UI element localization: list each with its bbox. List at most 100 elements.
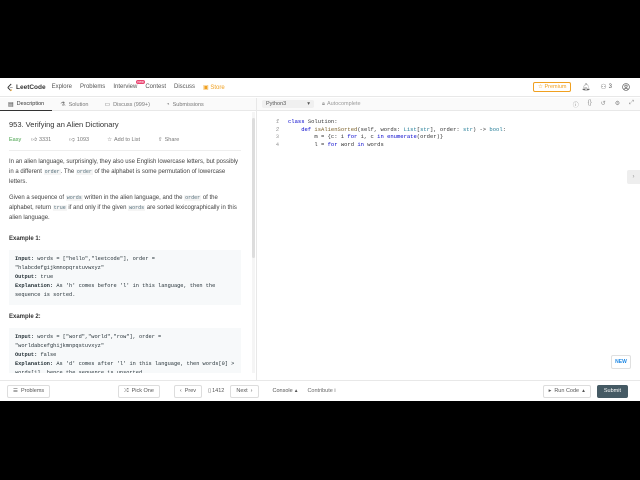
next-button[interactable]: Next › <box>230 384 259 398</box>
submit-button[interactable]: Submit <box>596 384 628 398</box>
braces-icon[interactable]: {} <box>588 100 592 109</box>
tab-discuss[interactable]: ▭ Discuss (999+) <box>96 98 158 111</box>
divider <box>9 150 241 151</box>
flask-icon: ⚗ <box>60 102 66 108</box>
share-button[interactable]: ⇧ Share <box>158 137 188 143</box>
reset-icon[interactable]: ↺ <box>601 100 606 109</box>
dislike-button[interactable]: 👎︎ 1093 <box>69 137 98 143</box>
list-icon: ☰ <box>13 388 18 394</box>
coins[interactable]: ⚇ 3 <box>600 83 612 91</box>
next-label: Next <box>236 388 248 394</box>
page-number: 1412 <box>212 388 225 394</box>
autocomplete-label: Autocomplete <box>326 101 361 107</box>
console-label: Console <box>272 388 293 394</box>
nav-discuss[interactable]: Discuss <box>174 84 195 90</box>
chevron-up-icon: ▴ <box>582 388 585 394</box>
tab-submissions-label: Submissions <box>172 101 204 108</box>
inline-code: words <box>128 205 146 211</box>
leetcode-screen: LeetCode Explore Problems Interview new … <box>0 78 640 401</box>
topnav-right: ☆ Premium 🔔︎ ⚇ 3 <box>533 82 630 92</box>
code-line-1: class Solution: <box>288 118 338 125</box>
user-icon <box>622 83 630 91</box>
example-2-title: Example 2: <box>9 314 41 320</box>
logo[interactable]: LeetCode <box>7 83 46 92</box>
add-to-list-label: Add to List <box>114 137 141 143</box>
nav-interview[interactable]: Interview new <box>113 80 146 90</box>
chevron-up-icon: ▴ <box>294 388 298 394</box>
premium-button[interactable]: ☆ Premium <box>533 82 572 92</box>
fold-icon[interactable]: ▾ <box>277 126 279 134</box>
pages-icon: ▯ <box>208 388 212 394</box>
fold-icon[interactable]: ▾ <box>277 118 279 126</box>
tab-description-label: Description <box>16 101 45 107</box>
share-icon: ⇧ <box>158 137 163 143</box>
pick-one-button[interactable]: ⤮ Pick One <box>118 384 160 398</box>
fold-markers[interactable]: ▾ ▾ <box>277 118 279 133</box>
nav-store-label: Store <box>210 84 225 91</box>
bottom-bar: ☰ Problems ⤮ Pick One ‹ Prev ▯ 1412 Next… <box>0 380 640 401</box>
collapse-panel-icon[interactable]: › <box>627 170 640 184</box>
text: written in the alien language, and the <box>82 195 185 201</box>
settings-icon[interactable]: ⚙ <box>615 100 620 109</box>
avatar[interactable] <box>622 83 630 91</box>
prev-button[interactable]: ‹ Prev <box>173 384 203 398</box>
code-lines: class Solution: def isAlienSorted(self, … <box>288 118 506 148</box>
add-to-list-button[interactable]: ☆ Add to List <box>107 137 149 143</box>
nav-store[interactable]: ▣ Store <box>203 84 225 91</box>
code-editor[interactable]: 1 2 3 4 ▾ ▾ class Solution: def isAlienS… <box>257 112 627 372</box>
language-select[interactable]: Python3 ▾ <box>262 100 314 108</box>
output-label: Output: <box>15 274 38 280</box>
prev-label: Prev <box>184 388 197 394</box>
star-icon: ☆ <box>107 137 113 143</box>
new-feature-button[interactable]: NEW <box>611 355 631 369</box>
autocomplete-toggle[interactable]: 🔒︎ Autocomplete <box>322 101 361 108</box>
example-1-box: Input: words = ["hello","leetcode"], ord… <box>9 250 241 305</box>
coin-icon: ⚇ <box>600 84 607 91</box>
description-scroll-thumb[interactable] <box>252 118 255 258</box>
share-label: Share <box>164 137 180 143</box>
like-button[interactable]: 👍︎ 3331 <box>31 137 60 143</box>
line-number: 4 <box>275 140 279 148</box>
nav-explore[interactable]: Explore <box>52 84 72 90</box>
chevron-left-icon: ‹ <box>179 388 182 394</box>
nav-contest[interactable]: Contest <box>145 84 166 90</box>
tab-submissions[interactable]: ◔ Submissions <box>158 98 212 111</box>
info-icon[interactable]: ⓘ <box>573 100 579 109</box>
chevron-down-icon: ▾ <box>307 101 310 107</box>
line-number: 2 <box>275 125 279 133</box>
example-output: false <box>37 352 57 358</box>
example-input: words = ["hello","leetcode"], order = "h… <box>15 256 155 271</box>
notification-bell-icon[interactable]: 🔔︎ <box>581 83 590 91</box>
inline-code: words <box>65 195 83 201</box>
tab-description[interactable]: ▤ Description <box>0 98 53 111</box>
text: if and only if the given <box>66 205 129 211</box>
problem-title: 953. Verifying an Alien Dictionary <box>9 120 119 129</box>
contribute-link[interactable]: Contribute i <box>307 388 335 394</box>
explanation-label: Explanation: <box>15 283 54 289</box>
run-code-button[interactable]: ▸ Run Code ▴ <box>542 384 591 398</box>
explanation-label: Explanation: <box>15 361 54 367</box>
page-indicator[interactable]: ▯ 1412 <box>208 388 224 394</box>
inline-code: order <box>43 169 61 175</box>
code-line-4: l = for word in words <box>288 140 384 148</box>
line-number: 3 <box>275 133 279 140</box>
problems-label: Problems <box>20 388 45 394</box>
fullscreen-icon[interactable]: ⤢ <box>629 100 634 109</box>
tab-solution[interactable]: ⚗ Solution <box>52 98 96 111</box>
problem-meta: Easy 👍︎ 3331 👎︎ 1093 ☆ Add to List ⇧ Sha… <box>9 137 241 143</box>
output-label: Output: <box>15 352 38 358</box>
nav-problems[interactable]: Problems <box>80 84 105 90</box>
premium-label: Premium <box>544 84 567 90</box>
description-icon: ▤ <box>8 101 14 108</box>
line-number: 1 <box>275 118 279 125</box>
text: Given a sequence of <box>9 195 66 201</box>
difficulty-badge: Easy <box>9 137 22 143</box>
run-code-label: Run Code <box>554 388 580 394</box>
leetcode-logo-icon <box>7 83 13 91</box>
chevron-right-icon: › <box>250 388 253 394</box>
example-input: words = ["word","world","row"], order = … <box>15 334 162 349</box>
coin-count: 3 <box>608 84 612 90</box>
example-output: true <box>37 274 54 280</box>
problems-button[interactable]: ☰ Problems <box>7 384 51 398</box>
console-toggle[interactable]: Console ▴ <box>273 388 298 394</box>
